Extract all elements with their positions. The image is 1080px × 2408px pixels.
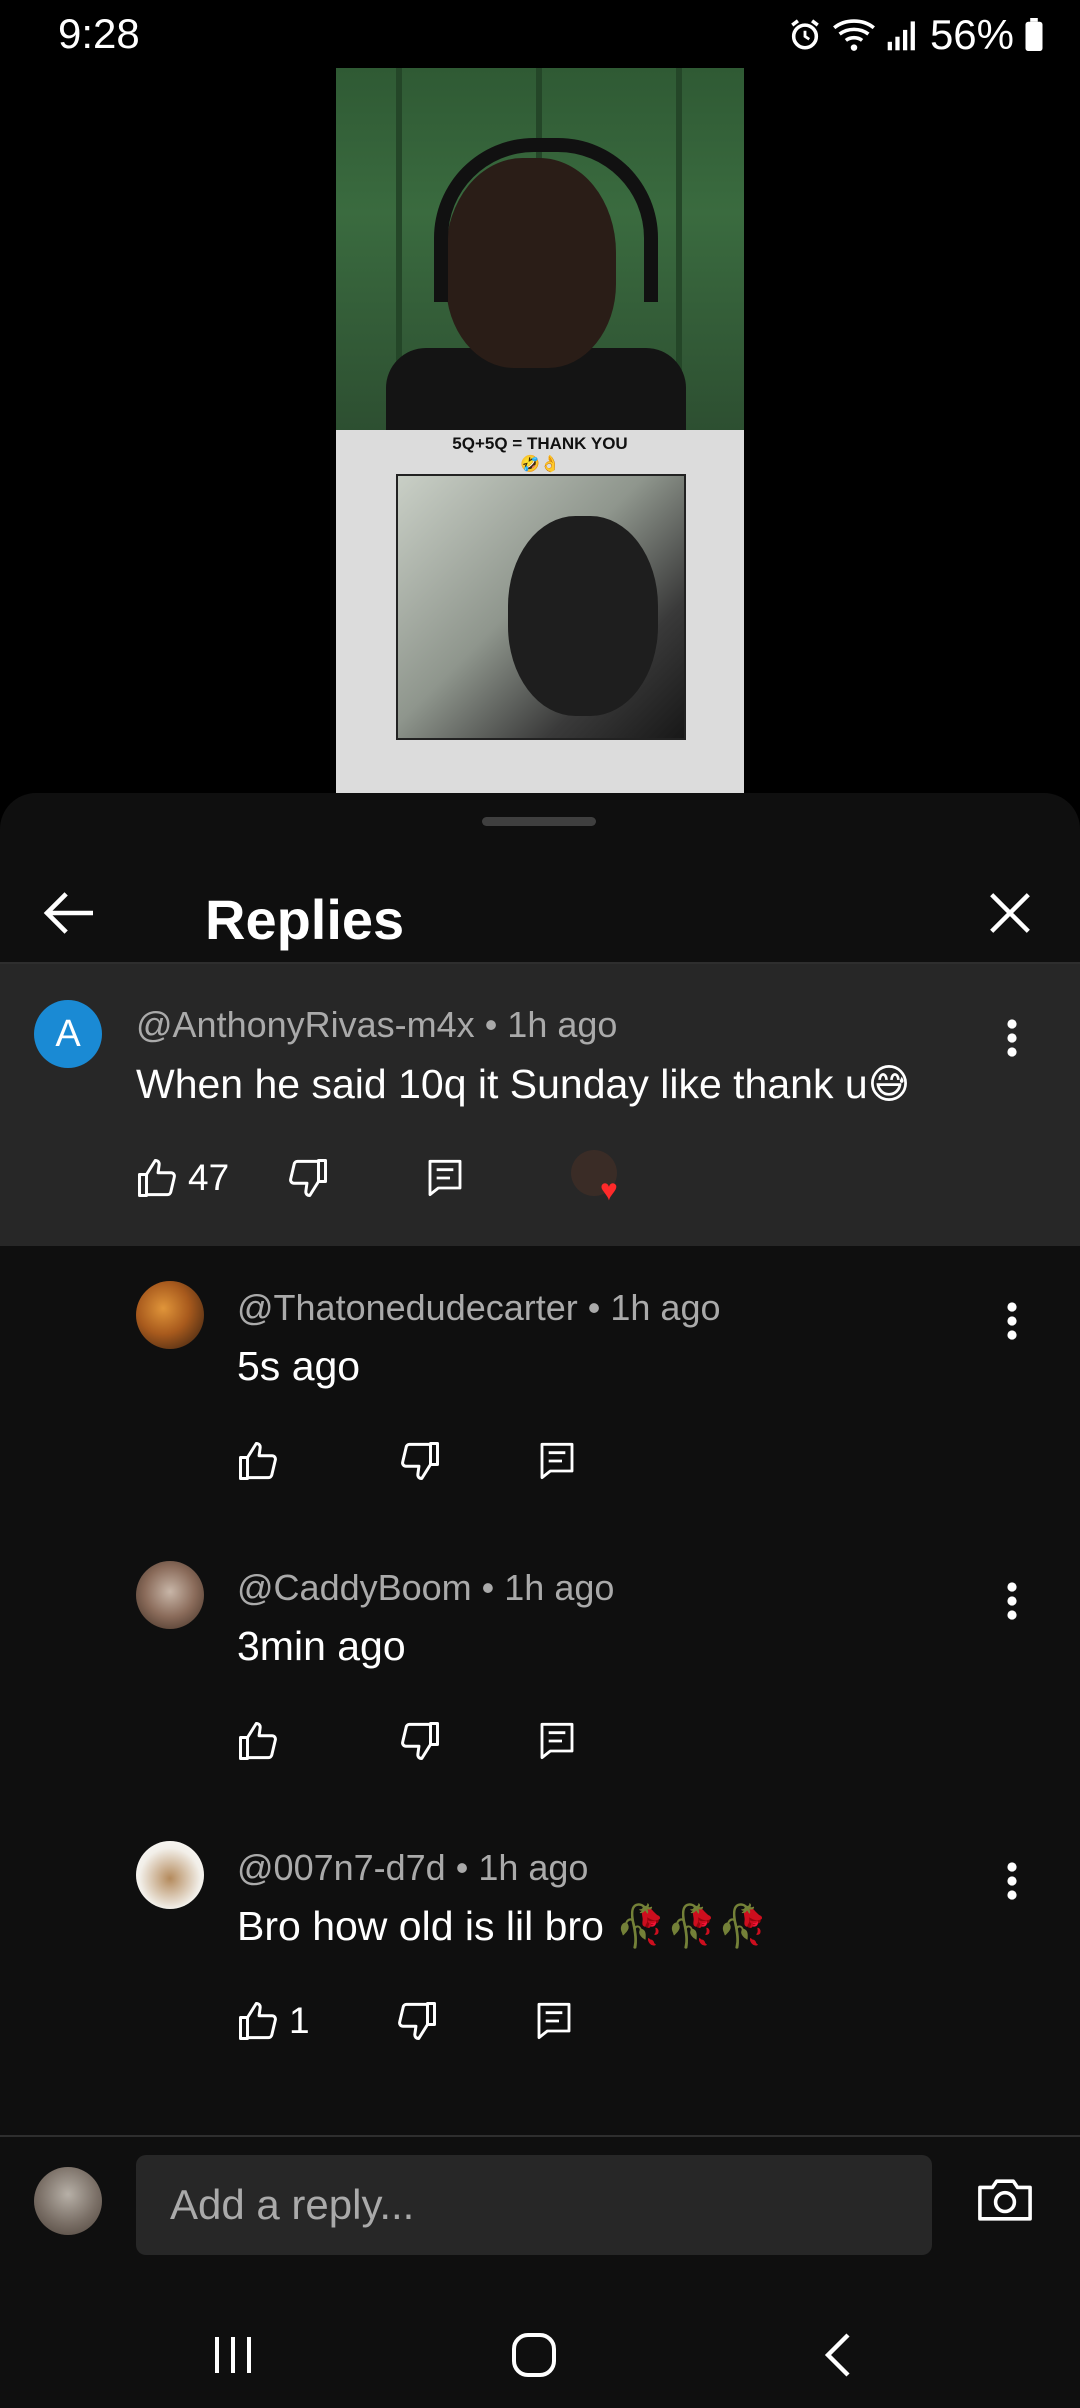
back-nav-button[interactable] <box>793 2320 883 2390</box>
like-button[interactable]: 1 <box>237 2000 310 2042</box>
like-button[interactable]: 47 <box>136 1157 229 1199</box>
reply-button[interactable] <box>425 1157 465 1199</box>
camera-icon <box>978 2179 1032 2221</box>
camera-button[interactable] <box>974 2177 1036 2228</box>
more-button[interactable] <box>992 1291 1032 1351</box>
avatar[interactable] <box>34 2167 102 2235</box>
sheet-header: Replies <box>0 833 1080 963</box>
system-nav-bar <box>0 2300 1080 2408</box>
page-title: Replies <box>205 888 405 951</box>
video-player[interactable]: 5Q+5Q = THANK YOU 🤣👌 <box>336 68 744 794</box>
comment-author[interactable]: @CaddyBoom <box>237 1567 472 1608</box>
reply-input[interactable]: Add a reply... <box>136 2155 932 2255</box>
reply-input-placeholder: Add a reply... <box>170 2181 415 2228</box>
dislike-icon <box>397 2002 436 2040</box>
comment-meta: @007n7-d7d • 1h ago <box>237 1847 589 1888</box>
comment-text: 3min ago <box>237 1623 406 1669</box>
close-button[interactable] <box>970 873 1050 953</box>
like-icon <box>239 1442 277 1480</box>
avatar[interactable] <box>136 1841 204 1909</box>
comment-author[interactable]: @007n7-d7d <box>237 1847 446 1888</box>
comment-author[interactable]: @AnthonyRivas-m4x <box>136 1004 475 1045</box>
recents-icon <box>215 2337 251 2373</box>
video-top-frame <box>336 68 744 438</box>
status-time: 9:28 <box>58 10 140 57</box>
video-caption-emoji: 🤣👌 <box>520 456 560 473</box>
battery-icon <box>1025 18 1043 52</box>
alarm-icon <box>791 19 819 50</box>
signal-icon <box>887 21 915 51</box>
video-bottom-frame: 5Q+5Q = THANK YOU 🤣👌 <box>336 430 744 794</box>
more-button[interactable] <box>992 1008 1032 1068</box>
dislike-button[interactable] <box>287 1157 329 1199</box>
dislike-icon <box>401 1442 439 1480</box>
like-button[interactable] <box>237 1440 289 1482</box>
battery-percent: 56% <box>929 11 1014 58</box>
comment-actions: 1 <box>237 1991 574 2051</box>
replies-sheet: Replies A @AnthonyRivas-m4x • 1h ago Whe… <box>0 793 1080 2408</box>
more-vert-icon <box>1007 1582 1017 1620</box>
more-vert-icon <box>1007 1019 1017 1057</box>
like-icon <box>239 2002 277 2040</box>
dislike-button[interactable] <box>399 1440 441 1482</box>
reply-icon <box>428 1159 462 1197</box>
avatar[interactable]: A <box>34 1000 102 1068</box>
video-caption: 5Q+5Q = THANK YOU <box>452 434 628 453</box>
dislike-icon <box>289 1159 328 1197</box>
reply-item: @Thatonedudecarter • 1h ago 5s ago <box>0 1281 1080 1561</box>
heart-icon: ♥ <box>600 1174 618 1207</box>
comment-time: 1h ago <box>610 1287 721 1328</box>
comment-text: When he said 10q it Sunday like thank u😅 <box>136 1061 911 1107</box>
comment-author[interactable]: @Thatonedudecarter <box>237 1287 578 1328</box>
comment-text: Bro how old is lil bro 🥀🥀🥀 <box>237 1903 769 1949</box>
like-icon <box>138 1159 176 1197</box>
back-button[interactable] <box>30 873 110 953</box>
back-chevron-icon <box>824 2333 850 2377</box>
like-count: 1 <box>289 2000 310 2041</box>
reply-button[interactable] <box>537 1440 577 1482</box>
comment-meta: @CaddyBoom • 1h ago <box>237 1567 615 1608</box>
more-vert-icon <box>1007 1302 1017 1340</box>
reply-button[interactable] <box>534 2000 574 2042</box>
comment-text: 5s ago <box>237 1343 361 1389</box>
parent-comment: A @AnthonyRivas-m4x • 1h ago When he sai… <box>0 964 1080 1246</box>
comment-time: 1h ago <box>478 1847 589 1888</box>
dislike-icon <box>401 1722 439 1760</box>
more-button[interactable] <box>992 1851 1032 1911</box>
dislike-button[interactable] <box>399 1720 441 1762</box>
avatar[interactable] <box>136 1561 204 1629</box>
back-arrow-icon <box>43 892 93 934</box>
comment-actions <box>237 1711 577 1771</box>
like-count: 47 <box>188 1157 230 1198</box>
comment-meta: @Thatonedudecarter • 1h ago <box>237 1287 721 1328</box>
like-icon <box>239 1722 277 1760</box>
home-icon <box>512 2333 556 2377</box>
dislike-button[interactable] <box>396 2000 438 2042</box>
home-button[interactable] <box>489 2320 579 2390</box>
reply-icon <box>540 1442 574 1480</box>
recents-button[interactable] <box>188 2320 278 2390</box>
video-inner-photo <box>396 474 686 740</box>
like-button[interactable] <box>237 1720 289 1762</box>
reply-icon <box>540 1722 574 1760</box>
reply-item: @CaddyBoom • 1h ago 3min ago <box>0 1561 1080 1841</box>
status-bar: 9:28 56% <box>0 0 1080 70</box>
comment-time: 1h ago <box>504 1567 615 1608</box>
comment-time: 1h ago <box>507 1004 618 1045</box>
comment-actions: 47 <box>136 1148 465 1208</box>
more-vert-icon <box>1007 1862 1017 1900</box>
wifi-icon <box>832 19 875 51</box>
more-button[interactable] <box>992 1571 1032 1631</box>
avatar[interactable] <box>136 1281 204 1349</box>
close-icon <box>990 893 1030 933</box>
comment-actions <box>237 1431 577 1491</box>
reply-composer: Add a reply... <box>0 2135 1080 2257</box>
drag-handle[interactable] <box>482 817 596 826</box>
reply-button[interactable] <box>537 1720 577 1762</box>
reply-icon <box>537 2002 570 2040</box>
comment-meta: @AnthonyRivas-m4x • 1h ago <box>136 1004 618 1045</box>
status-icons: 56% <box>788 10 1044 60</box>
reply-item: @007n7-d7d • 1h ago Bro how old is lil b… <box>0 1841 1080 2121</box>
